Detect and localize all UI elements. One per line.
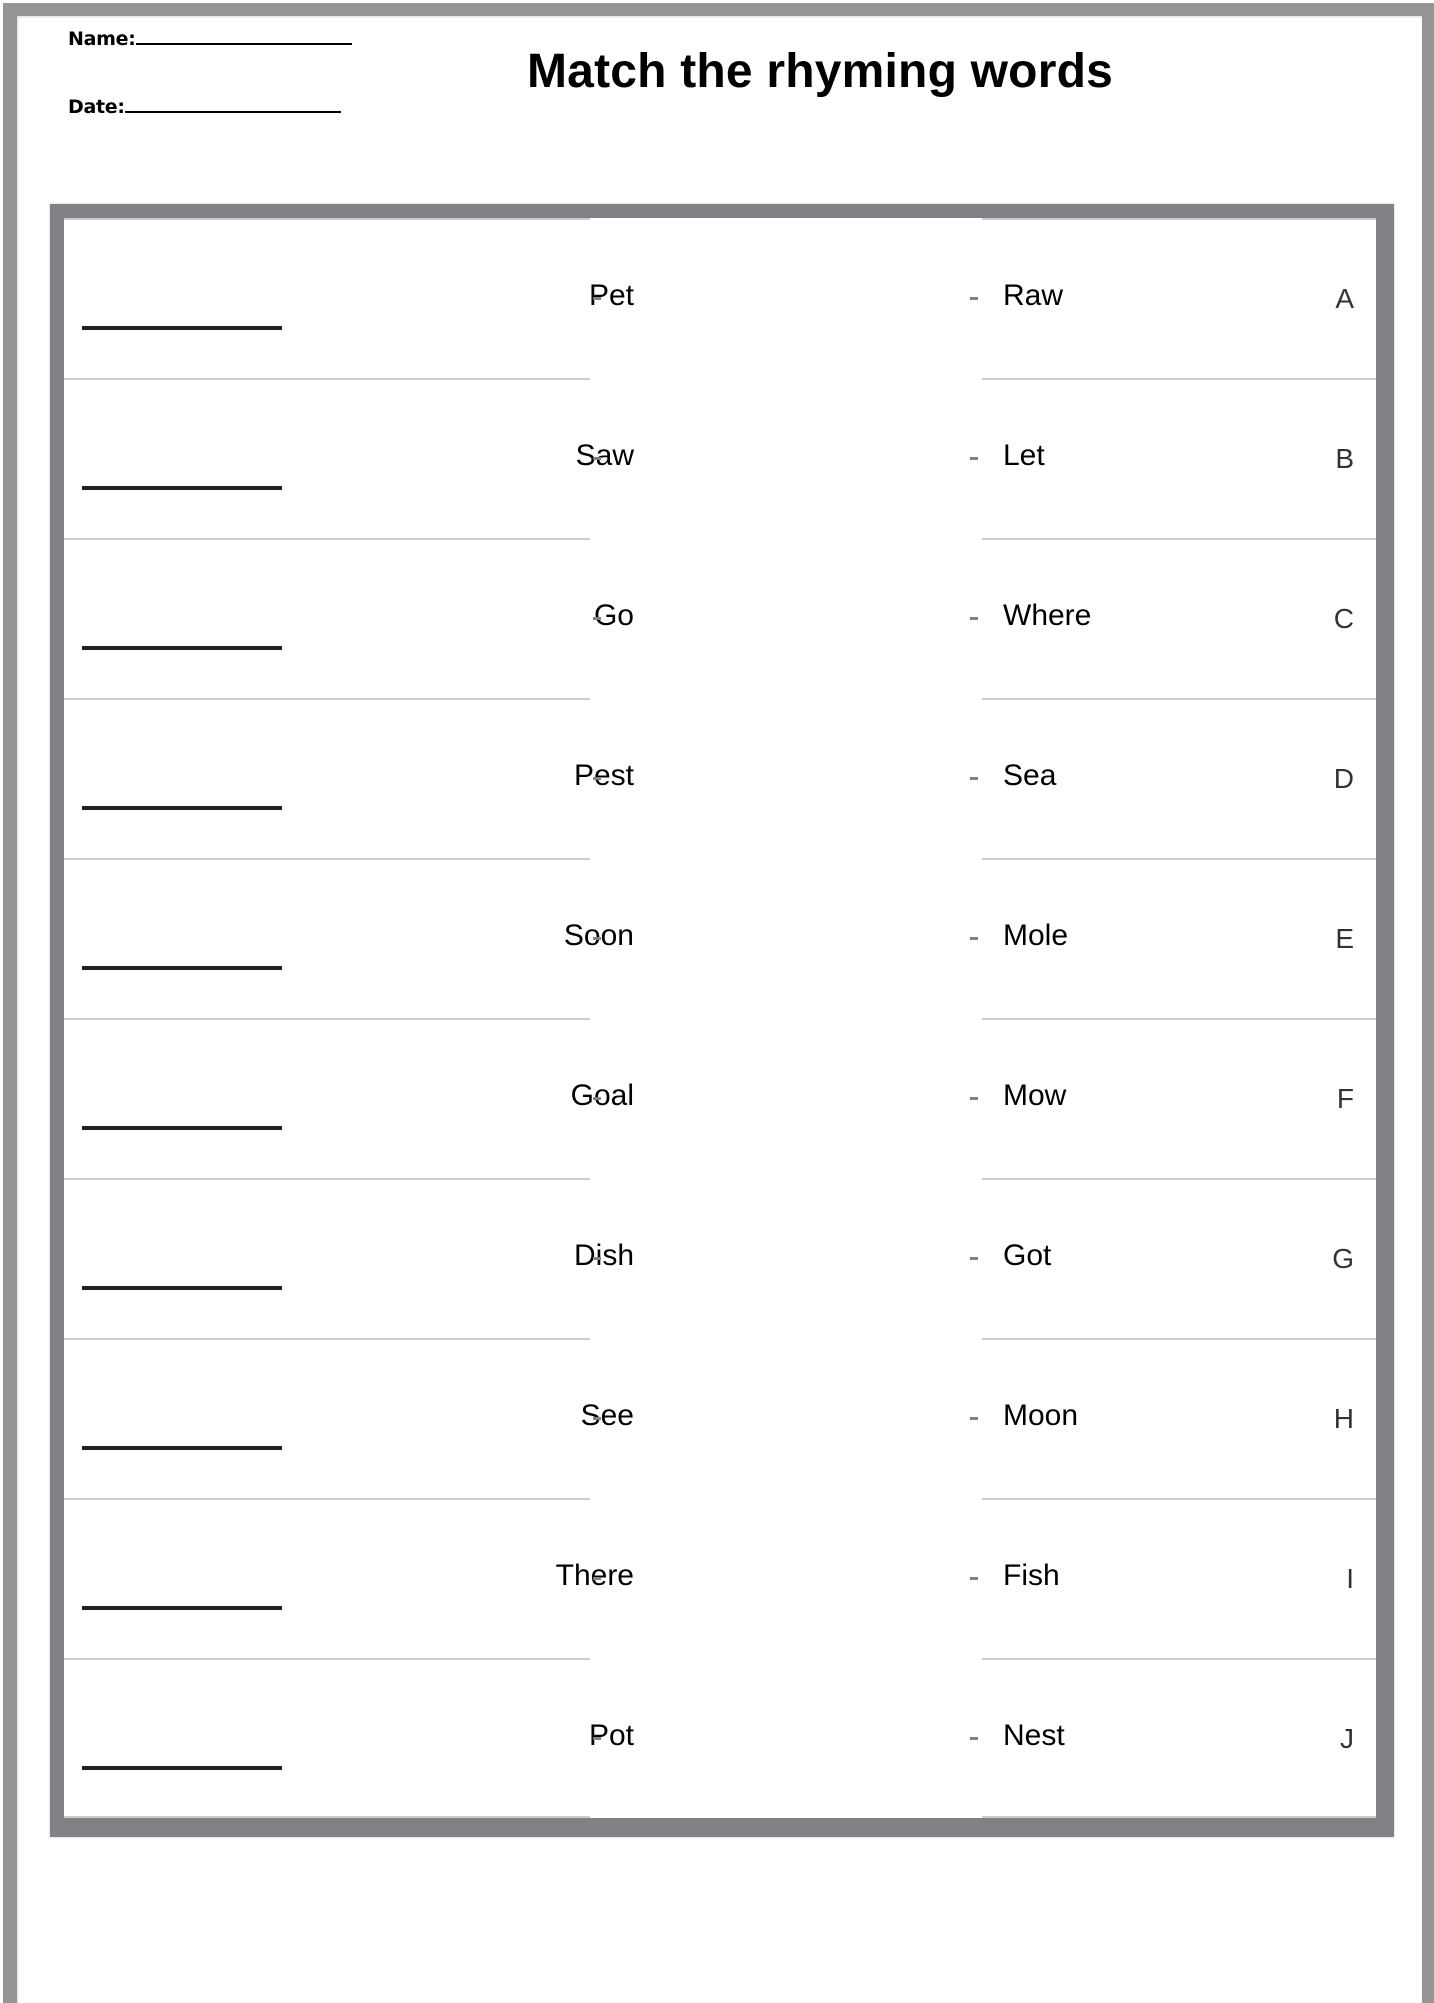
option-letter: H	[1333, 1403, 1354, 1434]
answer-blank-line[interactable]	[82, 646, 282, 650]
left-connector-dot[interactable]	[593, 1577, 601, 1580]
row-divider	[64, 698, 590, 700]
right-word: Got	[1003, 1239, 1052, 1272]
left-word: Pest	[573, 759, 634, 792]
answer-blank-line[interactable]	[82, 1766, 282, 1770]
name-field[interactable]: Name:	[68, 28, 352, 50]
row-divider	[982, 1018, 1376, 1020]
answer-blank-line[interactable]	[82, 1126, 282, 1130]
left-word: See	[580, 1399, 634, 1432]
left-connector-dot[interactable]	[593, 617, 601, 620]
match-row: Dish Got G	[64, 1178, 1376, 1338]
right-connector-dot[interactable]	[970, 1417, 978, 1420]
row-divider	[64, 218, 590, 220]
row-divider	[982, 1498, 1376, 1500]
row-divider	[64, 1018, 590, 1020]
right-connector-dot[interactable]	[970, 1097, 978, 1100]
right-word: Where	[1003, 599, 1092, 632]
option-letter: C	[1333, 603, 1354, 634]
left-connector-dot[interactable]	[593, 457, 601, 460]
answer-blank-line[interactable]	[82, 1446, 282, 1450]
left-word: Pot	[588, 1719, 634, 1752]
option-letter: D	[1333, 763, 1354, 794]
left-word: There	[555, 1559, 634, 1592]
answer-blank-line[interactable]	[82, 1606, 282, 1610]
right-word: Moon	[1003, 1399, 1079, 1432]
match-row: See Moon H	[64, 1338, 1376, 1498]
match-row: Soon Mole E	[64, 858, 1376, 1018]
option-letter: J	[1340, 1723, 1354, 1754]
row-divider	[982, 858, 1376, 860]
right-connector-dot[interactable]	[970, 777, 978, 780]
answer-blank-line[interactable]	[82, 486, 282, 490]
option-letter: E	[1335, 923, 1354, 954]
left-word: Goal	[570, 1079, 634, 1112]
right-connector-dot[interactable]	[970, 1737, 978, 1740]
right-word: Raw	[1003, 279, 1064, 312]
right-word: Let	[1003, 439, 1045, 472]
answer-blank-line[interactable]	[82, 1286, 282, 1290]
row-divider	[64, 538, 590, 540]
name-label: Name:	[68, 28, 136, 50]
row-divider	[982, 1178, 1376, 1180]
right-connector-dot[interactable]	[970, 1577, 978, 1580]
answer-blank-line[interactable]	[82, 326, 282, 330]
worksheet-title: Match the rhyming words	[527, 45, 1113, 98]
match-row: Pet Raw A	[64, 218, 1376, 378]
date-label: Date:	[68, 96, 125, 118]
match-row: Pest Sea D	[64, 698, 1376, 858]
answer-blank-line[interactable]	[82, 966, 282, 970]
option-letter: F	[1336, 1083, 1354, 1114]
right-word: Sea	[1003, 759, 1057, 792]
left-word: Pet	[588, 279, 634, 312]
name-blank-line[interactable]	[135, 42, 352, 45]
right-connector-dot[interactable]	[970, 1257, 978, 1260]
right-word: Fish	[1003, 1559, 1060, 1592]
left-connector-dot[interactable]	[593, 1257, 601, 1260]
row-divider	[982, 1658, 1376, 1660]
row-divider	[982, 698, 1376, 700]
match-row: Go Where C	[64, 538, 1376, 698]
left-word: Go	[593, 599, 634, 632]
right-word: Mole	[1003, 919, 1069, 952]
left-word: Soon	[563, 919, 634, 952]
left-connector-dot[interactable]	[593, 1097, 601, 1100]
row-divider	[64, 1338, 590, 1340]
row-divider	[982, 378, 1376, 380]
row-divider	[982, 218, 1376, 220]
option-letter: G	[1332, 1243, 1354, 1274]
row-divider	[982, 538, 1376, 540]
row-divider	[64, 1498, 590, 1500]
match-row: Saw Let B	[64, 378, 1376, 538]
row-divider	[64, 1178, 590, 1180]
date-blank-line[interactable]	[124, 110, 341, 113]
row-divider	[64, 378, 590, 380]
match-row: Goal Mow F	[64, 1018, 1376, 1178]
option-letter: I	[1346, 1563, 1354, 1594]
right-connector-dot[interactable]	[970, 297, 978, 300]
left-word: Dish	[573, 1239, 634, 1272]
right-connector-dot[interactable]	[970, 457, 978, 460]
right-word: Nest	[1003, 1719, 1065, 1752]
left-word: Saw	[575, 439, 634, 472]
right-word: Mow	[1003, 1079, 1067, 1112]
left-connector-dot[interactable]	[593, 1737, 601, 1740]
left-connector-dot[interactable]	[593, 1417, 601, 1420]
match-row: There Fish I	[64, 1498, 1376, 1658]
answer-blank-line[interactable]	[82, 806, 282, 810]
row-divider	[64, 858, 590, 860]
option-letter: B	[1335, 443, 1354, 474]
row-divider	[982, 1338, 1376, 1340]
row-divider	[64, 1658, 590, 1660]
right-connector-dot[interactable]	[970, 617, 978, 620]
left-connector-dot[interactable]	[593, 937, 601, 940]
date-field[interactable]: Date:	[68, 96, 341, 118]
option-letter: A	[1335, 283, 1354, 314]
match-row: Pot Nest J	[64, 1658, 1376, 1818]
matching-table: Pet Raw A Saw Let B Go Where C Pest Sea …	[50, 204, 1394, 1837]
left-connector-dot[interactable]	[593, 777, 601, 780]
left-connector-dot[interactable]	[593, 297, 601, 300]
right-connector-dot[interactable]	[970, 937, 978, 940]
